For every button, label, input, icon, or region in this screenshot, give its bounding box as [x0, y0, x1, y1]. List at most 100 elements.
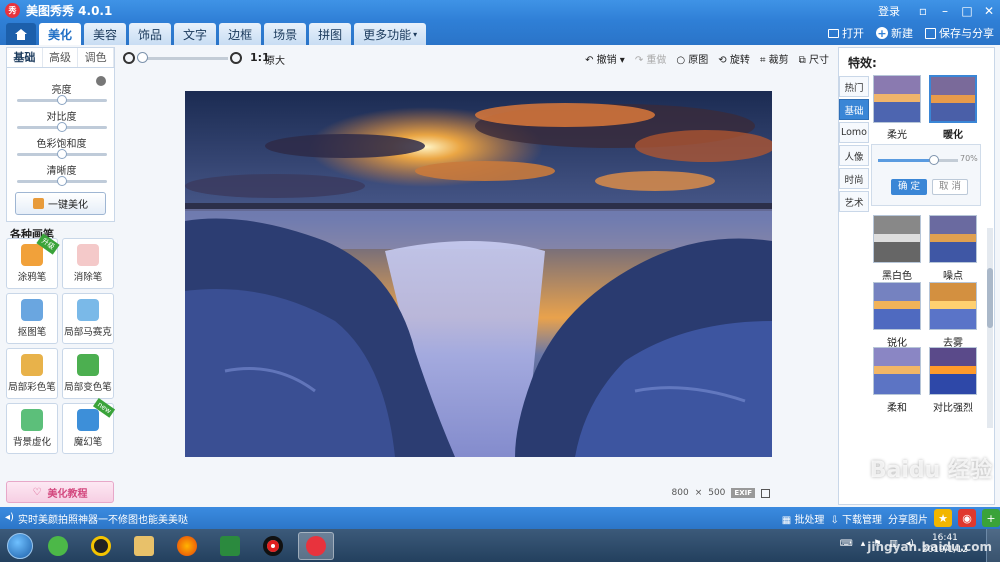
zoom-slider[interactable]: [140, 57, 228, 60]
batch-label: 批处理: [794, 514, 825, 526]
doodle-pen-button[interactable]: 涂鸦笔 升级: [6, 233, 60, 289]
recolor-bucket-icon: [77, 354, 99, 376]
tab-collage[interactable]: 拼图: [309, 23, 352, 45]
effects-scroll-thumb[interactable]: [987, 268, 993, 328]
magic-pen-button[interactable]: 魔幻笔 new: [62, 398, 116, 454]
weibo-icon[interactable]: ◉: [958, 509, 976, 527]
contrast-slider-knob[interactable]: [56, 122, 67, 132]
category-hot[interactable]: 热门: [839, 76, 869, 97]
actual-size-button[interactable]: 原大: [265, 52, 285, 67]
local-mosaic-button[interactable]: 局部马赛克: [62, 293, 114, 344]
save-share-button[interactable]: 保存与分享: [925, 25, 994, 41]
taskbar-recorder[interactable]: [255, 532, 291, 560]
taskbar-firefox[interactable]: [169, 532, 205, 560]
one-key-beautify-button[interactable]: 一键美化: [15, 192, 106, 215]
contrast-slider[interactable]: [16, 122, 107, 132]
effects-scrollbar[interactable]: [987, 228, 993, 428]
opacity-slider[interactable]: [878, 155, 958, 165]
sharpness-slider[interactable]: [16, 176, 107, 186]
original-image-button[interactable]: ○ 原图: [676, 51, 708, 66]
brightness-slider-knob[interactable]: [56, 95, 67, 105]
tab-frame[interactable]: 边框: [219, 23, 262, 45]
saturation-slider-group: 色彩饱和度: [7, 135, 116, 159]
tab-beautify[interactable]: 美化: [39, 23, 82, 45]
sharpness-label: 清晰度: [46, 166, 77, 177]
start-button[interactable]: [7, 532, 33, 559]
close-button[interactable]: ✕: [978, 0, 1000, 21]
effect-warm-thumb[interactable]: [929, 75, 977, 123]
pen-label: 抠图笔: [17, 327, 47, 338]
category-art[interactable]: 艺术: [839, 191, 869, 212]
sharpness-slider-knob[interactable]: [56, 176, 67, 186]
share-image-button[interactable]: 分享图片: [888, 511, 928, 526]
login-link[interactable]: 登录: [878, 3, 900, 19]
effect-noise-thumb[interactable]: [929, 215, 977, 263]
effect-dehaze-thumb[interactable]: [929, 282, 977, 330]
effect-opacity-box: 70% 确 定 取 消: [871, 144, 981, 206]
resize-button[interactable]: ⧉ 尺寸: [799, 51, 829, 66]
category-portrait[interactable]: 人像: [839, 145, 869, 166]
open-button[interactable]: 打开: [828, 25, 864, 41]
effect-soft-thumb[interactable]: [873, 347, 921, 395]
plus-icon[interactable]: +: [982, 509, 1000, 527]
tab-text[interactable]: 文字: [174, 23, 217, 45]
cutout-pen-button[interactable]: 抠图笔: [6, 293, 58, 344]
saturation-slider[interactable]: [16, 149, 107, 159]
confirm-button[interactable]: 确 定: [891, 179, 927, 195]
zoom-out-icon[interactable]: [123, 52, 135, 64]
batch-process-button[interactable]: ▦ 批处理: [782, 511, 825, 526]
saturation-slider-knob[interactable]: [56, 149, 67, 159]
background-blur-button[interactable]: 背景虚化: [6, 403, 58, 454]
category-fashion[interactable]: 时尚: [839, 168, 869, 189]
maximize-button[interactable]: □: [956, 0, 978, 21]
taskbar-explorer[interactable]: [126, 532, 162, 560]
zoom-slider-knob[interactable]: [137, 52, 148, 63]
skin-icon[interactable]: ▫: [912, 0, 934, 21]
taskbar-meitu[interactable]: [298, 531, 334, 560]
taskbar-qq[interactable]: [83, 532, 119, 560]
keyboard-icon[interactable]: ⌨: [840, 539, 853, 549]
home-tab[interactable]: [6, 23, 36, 45]
opacity-fill: [878, 159, 934, 162]
cancel-button[interactable]: 取 消: [932, 179, 968, 195]
tray-expand-icon[interactable]: ▴: [861, 539, 866, 549]
category-lomo[interactable]: Lomo: [839, 122, 869, 143]
star-icon[interactable]: ★: [934, 509, 952, 527]
subtab-color[interactable]: 调色: [78, 48, 115, 67]
opacity-slider-knob[interactable]: [929, 155, 939, 165]
eraser-pen-button[interactable]: 消除笔: [62, 238, 114, 289]
rotate-button[interactable]: ⟲ 旋转: [718, 51, 750, 66]
zoom-in-icon[interactable]: [230, 52, 242, 64]
subtab-advanced[interactable]: 高级: [43, 48, 79, 67]
effect-high-contrast-thumb[interactable]: [929, 347, 977, 395]
local-recolor-pen-button[interactable]: 局部变色笔: [62, 348, 114, 399]
undo-button[interactable]: ↶ 撤销 ▾: [585, 51, 625, 66]
taskbar-media[interactable]: [212, 532, 248, 560]
image-height: 500: [708, 488, 726, 498]
tab-more-features[interactable]: 更多功能 ▾: [354, 23, 427, 45]
taskbar-360-browser[interactable]: [40, 532, 76, 560]
status-message[interactable]: 实时美颜拍照神器一不修图也能美美哒: [18, 511, 188, 526]
tab-accessories[interactable]: 饰品: [129, 23, 172, 45]
category-basic[interactable]: 基础: [839, 99, 869, 120]
subtab-basic[interactable]: 基础: [7, 48, 43, 67]
mosaic-icon: [77, 299, 99, 321]
brightness-slider[interactable]: [16, 95, 107, 105]
effect-sharpen-thumb[interactable]: [873, 282, 921, 330]
status-bar: ◂) 实时美颜拍照神器一不修图也能美美哒 ▦ 批处理 ⇩ 下载管理 分享图片 ★…: [0, 507, 1000, 529]
chevron-down-icon: ▾: [413, 29, 418, 39]
redo-button[interactable]: ↷ 重做: [635, 51, 667, 66]
download-manager-button[interactable]: ⇩ 下载管理: [830, 511, 882, 526]
beautify-tutorial-button[interactable]: ♡ 美化教程: [6, 481, 114, 503]
tab-scene[interactable]: 场景: [264, 23, 307, 45]
edited-photo[interactable]: [185, 91, 772, 457]
crop-button[interactable]: ⌗ 裁剪: [760, 51, 789, 66]
new-button[interactable]: + 新建: [876, 25, 913, 41]
local-color-pen-button[interactable]: 局部彩色笔: [6, 348, 58, 399]
exif-button[interactable]: EXIF: [731, 488, 755, 498]
minimize-button[interactable]: –: [934, 0, 956, 21]
compare-icon[interactable]: [761, 488, 770, 498]
effect-soft-light-thumb[interactable]: [873, 75, 921, 123]
tab-cosmetic[interactable]: 美容: [84, 23, 127, 45]
effect-black-white-thumb[interactable]: [873, 215, 921, 263]
